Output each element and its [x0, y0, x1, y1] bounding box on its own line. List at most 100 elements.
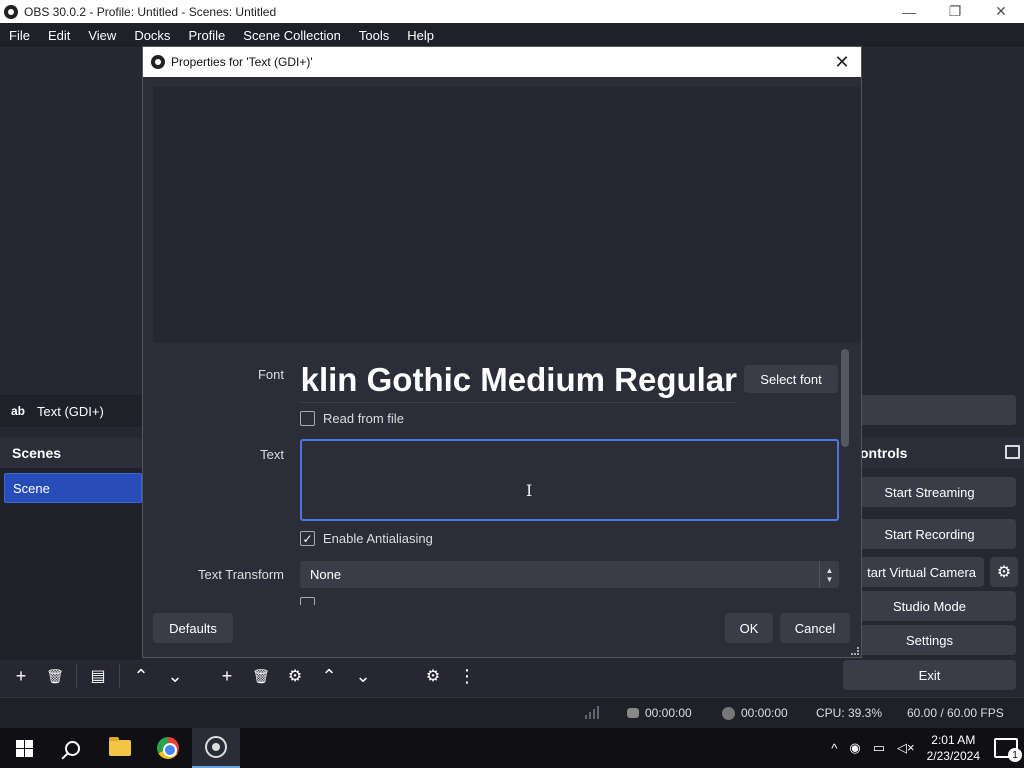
record-status: 00:00:00 [722, 706, 788, 720]
resize-grip-icon[interactable] [851, 647, 859, 655]
stream-time: 00:00:00 [645, 706, 692, 720]
spin-arrows-icon: ▲ ▼ [819, 561, 839, 588]
stream-icon [627, 708, 639, 718]
scenes-header: Scenes [0, 438, 142, 468]
remove-scene-icon[interactable]: 🗑 [38, 662, 72, 690]
dialog-close-icon[interactable]: ✕ [831, 51, 853, 73]
obs-taskbar-button[interactable] [192, 728, 240, 768]
window-controls: — ❐ ✕ [886, 0, 1024, 23]
select-font-button[interactable]: Select font [744, 365, 838, 393]
scene-filter-icon[interactable]: ▤ [81, 662, 115, 690]
chrome-icon [157, 737, 179, 759]
close-window-button[interactable]: ✕ [978, 0, 1024, 23]
toolbar-divider [76, 664, 77, 688]
obs-icon [205, 736, 227, 758]
settings-button[interactable]: Settings [843, 625, 1016, 655]
scenes-toolbar: + 🗑 ▤ ⌃ ⌄ [4, 660, 192, 692]
mixer-menu-icon[interactable]: ⋮ [450, 662, 484, 690]
text-transform-label: Text Transform [198, 567, 284, 582]
clock-date: 2/23/2024 [926, 749, 980, 763]
menu-scene-collection[interactable]: Scene Collection [234, 28, 350, 43]
menu-bar: File Edit View Docks Profile Scene Colle… [0, 23, 1024, 47]
search-button[interactable] [48, 728, 96, 768]
search-icon [64, 740, 80, 756]
menu-tools[interactable]: Tools [350, 28, 398, 43]
add-scene-icon[interactable]: + [4, 662, 38, 690]
move-source-down-icon[interactable]: ⌄ [346, 662, 380, 690]
start-button[interactable] [0, 728, 48, 768]
taskbar: ^ ◉ ▭ ◁× 2:01 AM 2/23/2024 1 [0, 728, 1024, 768]
tray-expand-icon[interactable]: ^ [831, 741, 837, 756]
ok-button[interactable]: OK [725, 613, 773, 643]
obs-logo-icon [4, 4, 18, 19]
properties-dialog: Properties for 'Text (GDI+)' ✕ Font Fran… [142, 46, 862, 658]
obs-logo-icon [151, 55, 165, 69]
record-icon [722, 706, 735, 720]
properties-scrollbar[interactable] [841, 349, 849, 447]
menu-docks[interactable]: Docks [125, 28, 179, 43]
window-titlebar: OBS 30.0.2 - Profile: Untitled - Scenes:… [0, 0, 1024, 23]
antialiasing-label: Enable Antialiasing [323, 531, 433, 546]
font-preview: Franklin Gothic Medium Regular [299, 359, 737, 403]
text-input[interactable]: I [300, 439, 839, 521]
font-preview-text: Franklin Gothic Medium Regular [299, 361, 737, 398]
move-scene-down-icon[interactable]: ⌄ [158, 662, 192, 690]
status-bar: 00:00:00 00:00:00 CPU: 39.3% 60.00 / 60.… [0, 697, 1024, 728]
stream-status: 00:00:00 [627, 706, 692, 720]
menu-edit[interactable]: Edit [39, 28, 79, 43]
checkbox-box [300, 597, 315, 605]
record-time: 00:00:00 [741, 706, 788, 720]
controls-header: ontrols [860, 438, 1024, 468]
scene-item[interactable]: Scene [4, 473, 142, 503]
text-transform-select[interactable]: None ▲ ▼ [300, 561, 839, 588]
file-explorer-button[interactable] [96, 728, 144, 768]
source-text-gdi[interactable]: ab Text (GDI+) [0, 395, 142, 427]
text-label: Text [260, 447, 284, 462]
source-label: Text (GDI+) [37, 403, 104, 419]
start-recording-button[interactable]: Start Recording [843, 519, 1016, 549]
clock-time: 2:01 AM [931, 733, 976, 747]
dialog-title: Properties for 'Text (GDI+)' [171, 55, 313, 69]
menu-file[interactable]: File [0, 28, 39, 43]
network-icon[interactable]: ▭ [873, 740, 885, 756]
checkbox-checked-icon: ✓ [300, 531, 315, 546]
read-from-file-checkbox[interactable]: Read from file [300, 411, 404, 426]
enable-antialiasing-checkbox[interactable]: ✓ Enable Antialiasing [300, 531, 433, 546]
fps-readout: 60.00 / 60.00 FPS [907, 706, 1004, 720]
clock[interactable]: 2:01 AM 2/23/2024 [927, 732, 980, 764]
menu-profile[interactable]: Profile [179, 28, 234, 43]
advanced-audio-gear-icon[interactable]: ⚙ [416, 662, 450, 690]
undock-icon[interactable] [1005, 445, 1020, 459]
properties-panel: Font Franklin Gothic Medium Regular Sele… [153, 347, 839, 605]
menu-help[interactable]: Help [398, 28, 443, 43]
studio-mode-button[interactable]: Studio Mode [843, 591, 1016, 621]
exit-button[interactable]: Exit [843, 660, 1016, 690]
system-tray: ^ ◉ ▭ ◁× 2:01 AM 2/23/2024 1 [825, 728, 1024, 768]
partial-checkbox[interactable] [300, 597, 323, 605]
security-icon[interactable]: ◉ [849, 740, 860, 756]
text-source-icon: ab [11, 404, 26, 418]
virtual-camera-settings-gear-icon[interactable]: ⚙ [990, 557, 1018, 587]
font-label: Font [257, 367, 284, 382]
maximize-button[interactable]: ❐ [932, 0, 978, 23]
start-virtual-camera-button[interactable]: tart Virtual Camera [843, 557, 984, 587]
notification-center-icon[interactable]: 1 [994, 738, 1022, 762]
move-source-up-icon[interactable]: ⌃ [312, 662, 346, 690]
menu-view[interactable]: View [79, 28, 125, 43]
window-title: OBS 30.0.2 - Profile: Untitled - Scenes:… [24, 4, 277, 19]
move-scene-up-icon[interactable]: ⌃ [124, 662, 158, 690]
chrome-button[interactable] [144, 728, 192, 768]
text-cursor-icon: I [526, 481, 533, 500]
start-streaming-button[interactable]: Start Streaming [843, 477, 1016, 507]
windows-start-icon [15, 739, 33, 757]
defaults-button[interactable]: Defaults [153, 613, 233, 643]
sources-toolbar: + 🗑 ⚙ ⌃ ⌄ [210, 660, 380, 692]
audio-mixer-strip [860, 395, 1016, 425]
source-properties-gear-icon[interactable]: ⚙ [278, 662, 312, 690]
source-preview [153, 87, 861, 343]
cancel-button[interactable]: Cancel [780, 613, 850, 643]
minimize-button[interactable]: — [886, 0, 932, 23]
volume-muted-icon[interactable]: ◁× [897, 740, 915, 756]
add-source-icon[interactable]: + [210, 662, 244, 690]
remove-source-icon[interactable]: 🗑 [244, 662, 278, 690]
